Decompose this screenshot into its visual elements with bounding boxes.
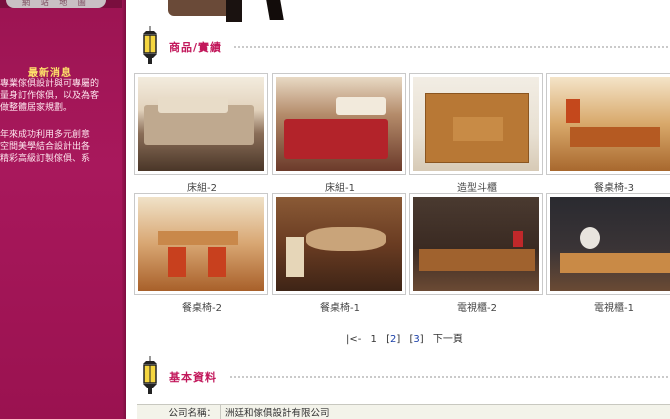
lantern-icon <box>143 26 157 64</box>
info-section-header: 基本資料 <box>137 356 670 396</box>
sidebar-edge <box>122 0 126 419</box>
news-paragraph-1: 專業傢俱設計與可專屬的 量身訂作傢俱，以及為客 做整體居家規劃。 <box>0 79 100 113</box>
product-image-dining-set-2[interactable] <box>138 197 264 291</box>
product-card[interactable]: 餐桌椅-2 <box>134 193 270 314</box>
left-sidebar: 網 站 地 圖 最新消息 專業傢俱設計與可專屬的 量身訂作傢俱，以及為客 做整體… <box>0 0 126 419</box>
company-name-label: 公司名稱： <box>137 405 221 419</box>
product-image-dining-set-1[interactable] <box>276 197 402 291</box>
product-card[interactable]: 床組-1 <box>272 73 408 194</box>
product-caption[interactable]: 餐桌椅-1 <box>272 299 408 314</box>
product-image-bed-1[interactable] <box>276 77 402 171</box>
product-caption[interactable]: 電視櫃-2 <box>409 299 545 314</box>
info-section-title: 基本資料 <box>169 371 217 384</box>
page-link-3[interactable]: [3] <box>409 334 423 345</box>
news-title: 最新消息 <box>28 68 72 79</box>
lantern-icon <box>143 356 157 394</box>
product-image-tv-cabinet-2[interactable] <box>413 197 539 291</box>
current-page: 1 <box>370 334 377 345</box>
product-card[interactable]: 餐桌椅-1 <box>272 193 408 314</box>
banner-photo-fragment <box>168 0 298 22</box>
pagination: |<- 1 [2] [3] 下一頁 <box>346 330 469 345</box>
products-section-header: 商品/實績 <box>137 26 670 66</box>
product-card[interactable]: 餐桌椅-3 <box>546 73 670 194</box>
page-link-2[interactable]: [2] <box>386 334 400 345</box>
first-page-link[interactable]: |<- <box>346 334 361 345</box>
product-caption[interactable]: 電視櫃-1 <box>546 299 670 314</box>
product-card[interactable]: 床組-2 <box>134 73 270 194</box>
news-paragraph-2: 年來成功利用多元創意 空間美學結合設計出各 精彩高級訂製傢俱、系 <box>0 130 91 164</box>
product-caption[interactable]: 餐桌椅-2 <box>134 299 270 314</box>
product-caption[interactable]: 餐桌椅-3 <box>546 179 670 194</box>
product-image-dining-set-3[interactable] <box>550 77 670 171</box>
product-card[interactable]: 電視櫃-2 <box>409 193 545 314</box>
product-image-dresser[interactable] <box>413 77 539 171</box>
product-image-bed-2[interactable] <box>138 77 264 171</box>
product-caption[interactable]: 造型斗櫃 <box>409 179 545 194</box>
products-section-title: 商品/實績 <box>169 41 223 54</box>
company-info-row: 公司名稱： 洲廷和傢俱設計有限公司 <box>137 404 670 419</box>
product-caption[interactable]: 床組-2 <box>134 179 270 194</box>
next-page-link[interactable]: 下一頁 <box>433 334 463 345</box>
company-name-value: 洲廷和傢俱設計有限公司 <box>225 408 330 419</box>
section-divider <box>229 376 670 378</box>
product-card[interactable]: 電視櫃-1 <box>546 193 670 314</box>
section-divider <box>233 46 670 48</box>
product-card[interactable]: 造型斗櫃 <box>409 73 545 194</box>
product-image-tv-cabinet-1[interactable] <box>550 197 670 291</box>
sitemap-link[interactable]: 網 站 地 圖 <box>6 0 106 8</box>
product-caption[interactable]: 床組-1 <box>272 179 408 194</box>
